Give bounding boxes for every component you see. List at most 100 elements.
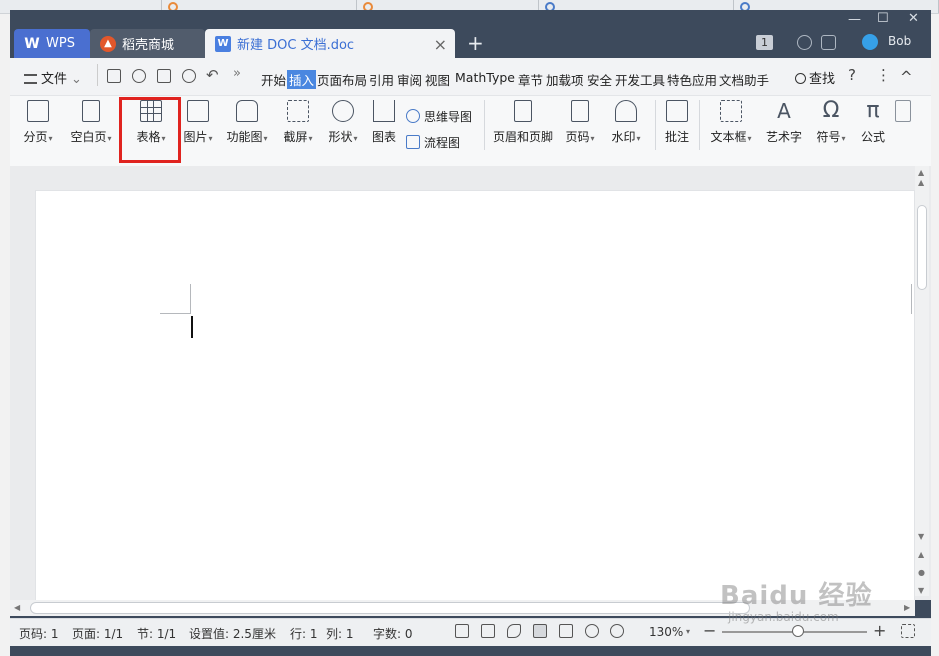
caret-icon: ▾ xyxy=(208,134,213,143)
more-quick-icon[interactable]: » xyxy=(233,66,241,81)
zoom-slider-handle[interactable] xyxy=(792,625,804,637)
window-count-badge[interactable]: 1 xyxy=(756,35,773,50)
scroll-right-icon[interactable]: ▶ xyxy=(904,603,910,612)
shape-button[interactable]: 形状▾ xyxy=(325,96,361,156)
flowchart-label: 流程图 xyxy=(424,136,461,150)
maximize-button[interactable]: ☐ xyxy=(877,11,889,26)
select-browse-icon[interactable]: ● xyxy=(918,568,925,577)
flame-icon: ▲ xyxy=(100,35,116,52)
symbol-button[interactable]: Ω 符号▾ xyxy=(813,96,849,156)
zoom-level[interactable]: 130% xyxy=(649,625,683,639)
status-page-number[interactable]: 页码: 1 xyxy=(19,625,59,642)
print-preview-icon[interactable] xyxy=(182,69,196,83)
status-row: 行: 1 xyxy=(290,627,318,641)
chart-button[interactable]: 图表 xyxy=(368,96,400,156)
file-menu[interactable]: 文件 ⌄ xyxy=(24,68,82,87)
menu-start[interactable]: 开始 xyxy=(261,70,286,89)
fit-window-icon[interactable] xyxy=(901,624,915,638)
menu-references[interactable]: 引用 xyxy=(369,70,394,89)
menu-addins[interactable]: 加载项 xyxy=(546,70,584,89)
formula-button[interactable]: π 公式 xyxy=(858,96,888,156)
flowchart-button[interactable]: 流程图 xyxy=(406,134,460,151)
mindmap-icon xyxy=(406,109,420,123)
edit-mode-icon[interactable] xyxy=(507,624,521,638)
status-word-count[interactable]: 字数: 0 xyxy=(373,625,413,642)
fullscreen-icon[interactable] xyxy=(455,624,469,638)
zoom-in-button[interactable]: + xyxy=(873,621,886,640)
menu-insert[interactable]: 插入 xyxy=(287,70,317,89)
tab-docer-shop[interactable]: ▲ 稻壳商城 xyxy=(90,29,205,58)
picture-button[interactable]: 图片▾ xyxy=(178,96,218,156)
search-button[interactable]: 查找 xyxy=(795,68,835,87)
watermark-button[interactable]: 水印▾ xyxy=(608,96,644,156)
caret-icon: ▾ xyxy=(353,134,358,143)
page-number-button[interactable]: 页码▾ xyxy=(562,96,598,156)
scroll-up-icon[interactable]: ▲ xyxy=(918,168,924,177)
format-painter-icon[interactable] xyxy=(132,69,146,83)
username[interactable]: Bob xyxy=(888,34,911,48)
comment-label: 批注 xyxy=(664,130,689,144)
vertical-scroll-thumb[interactable] xyxy=(917,205,927,290)
save-icon[interactable] xyxy=(107,69,121,83)
scroll-up-icon[interactable]: ▲ xyxy=(918,178,924,187)
status-setting[interactable]: 设置值: 2.5厘米 xyxy=(189,625,276,642)
horizontal-scroll-thumb[interactable] xyxy=(30,602,750,614)
numbering-button[interactable] xyxy=(894,96,912,156)
textbox-label: 文本框 xyxy=(710,130,747,144)
more-icon[interactable]: ⋮ xyxy=(876,66,891,84)
mindmap-button[interactable]: 思维导图 xyxy=(406,108,472,125)
scroll-down-icon[interactable]: ▼ xyxy=(918,532,924,541)
comment-icon xyxy=(666,100,688,122)
eye-protection-icon[interactable] xyxy=(610,624,624,638)
menu-special[interactable]: 特色应用 xyxy=(667,70,717,89)
watermark-icon xyxy=(615,100,637,122)
header-footer-button[interactable]: 页眉和页脚 xyxy=(491,96,555,156)
menu-view[interactable]: 视图 xyxy=(425,70,450,89)
avatar[interactable] xyxy=(862,34,878,50)
menu-developer[interactable]: 开发工具 xyxy=(615,70,665,89)
page-view-icon[interactable] xyxy=(533,624,547,638)
caret-icon: ▾ xyxy=(747,134,752,143)
textbox-button[interactable]: 文本框▾ xyxy=(707,96,755,156)
collapse-ribbon-icon[interactable]: ^ xyxy=(900,68,913,86)
menu-mathtype[interactable]: MathType xyxy=(455,70,515,85)
close-window-button[interactable]: ✕ xyxy=(908,11,919,26)
menu-doc-assistant[interactable]: 文档助手 xyxy=(719,70,769,89)
minimize-button[interactable]: — xyxy=(848,12,861,27)
status-section[interactable]: 节: 1/1 xyxy=(137,625,176,642)
next-page-icon[interactable]: ▼ xyxy=(918,586,924,595)
web-view-icon[interactable] xyxy=(585,624,599,638)
zoom-out-button[interactable]: − xyxy=(703,621,716,640)
watermark-logo: Baidu 经验 xyxy=(720,581,873,611)
menu-page-layout[interactable]: 页面布局 xyxy=(317,70,367,89)
scroll-left-icon[interactable]: ◀ xyxy=(14,603,20,612)
screenshot-button[interactable]: 截屏▾ xyxy=(280,96,316,156)
page-break-button[interactable]: 分页▾ xyxy=(20,96,56,156)
blank-page-button[interactable]: 空白页▾ xyxy=(66,96,116,156)
bar-chart-icon xyxy=(373,100,395,122)
close-tab-icon[interactable]: × xyxy=(434,35,447,54)
help-icon[interactable]: ? xyxy=(848,66,856,84)
wordart-button[interactable]: A 艺术字 xyxy=(765,96,803,156)
shirt-icon[interactable] xyxy=(821,35,836,50)
new-tab-button[interactable]: + xyxy=(467,31,484,55)
menu-security[interactable]: 安全 xyxy=(587,70,612,89)
doc-file-icon: W xyxy=(215,35,231,52)
print-icon[interactable] xyxy=(157,69,171,83)
outline-view-icon[interactable] xyxy=(559,624,573,638)
caret-icon: ▾ xyxy=(308,134,313,143)
skin-icon[interactable] xyxy=(797,35,812,50)
comment-button[interactable]: 批注 xyxy=(662,96,692,156)
status-pages[interactable]: 页面: 1/1 xyxy=(72,625,123,642)
menu-review[interactable]: 审阅 xyxy=(397,70,422,89)
zoom-dropdown-icon[interactable]: ▾ xyxy=(686,627,690,636)
undo-icon[interactable]: ↶ xyxy=(206,66,219,84)
function-chart-button[interactable]: 功能图▾ xyxy=(223,96,271,156)
prev-page-icon[interactable]: ▲ xyxy=(918,550,924,559)
read-mode-icon[interactable] xyxy=(481,624,495,638)
document-page[interactable] xyxy=(35,190,915,602)
flowchart-icon xyxy=(406,135,420,149)
tab-document[interactable]: W 新建 DOC 文档.doc × xyxy=(205,29,455,58)
menu-chapter[interactable]: 章节 xyxy=(518,70,543,89)
tab-wps[interactable]: W WPS xyxy=(14,29,90,58)
